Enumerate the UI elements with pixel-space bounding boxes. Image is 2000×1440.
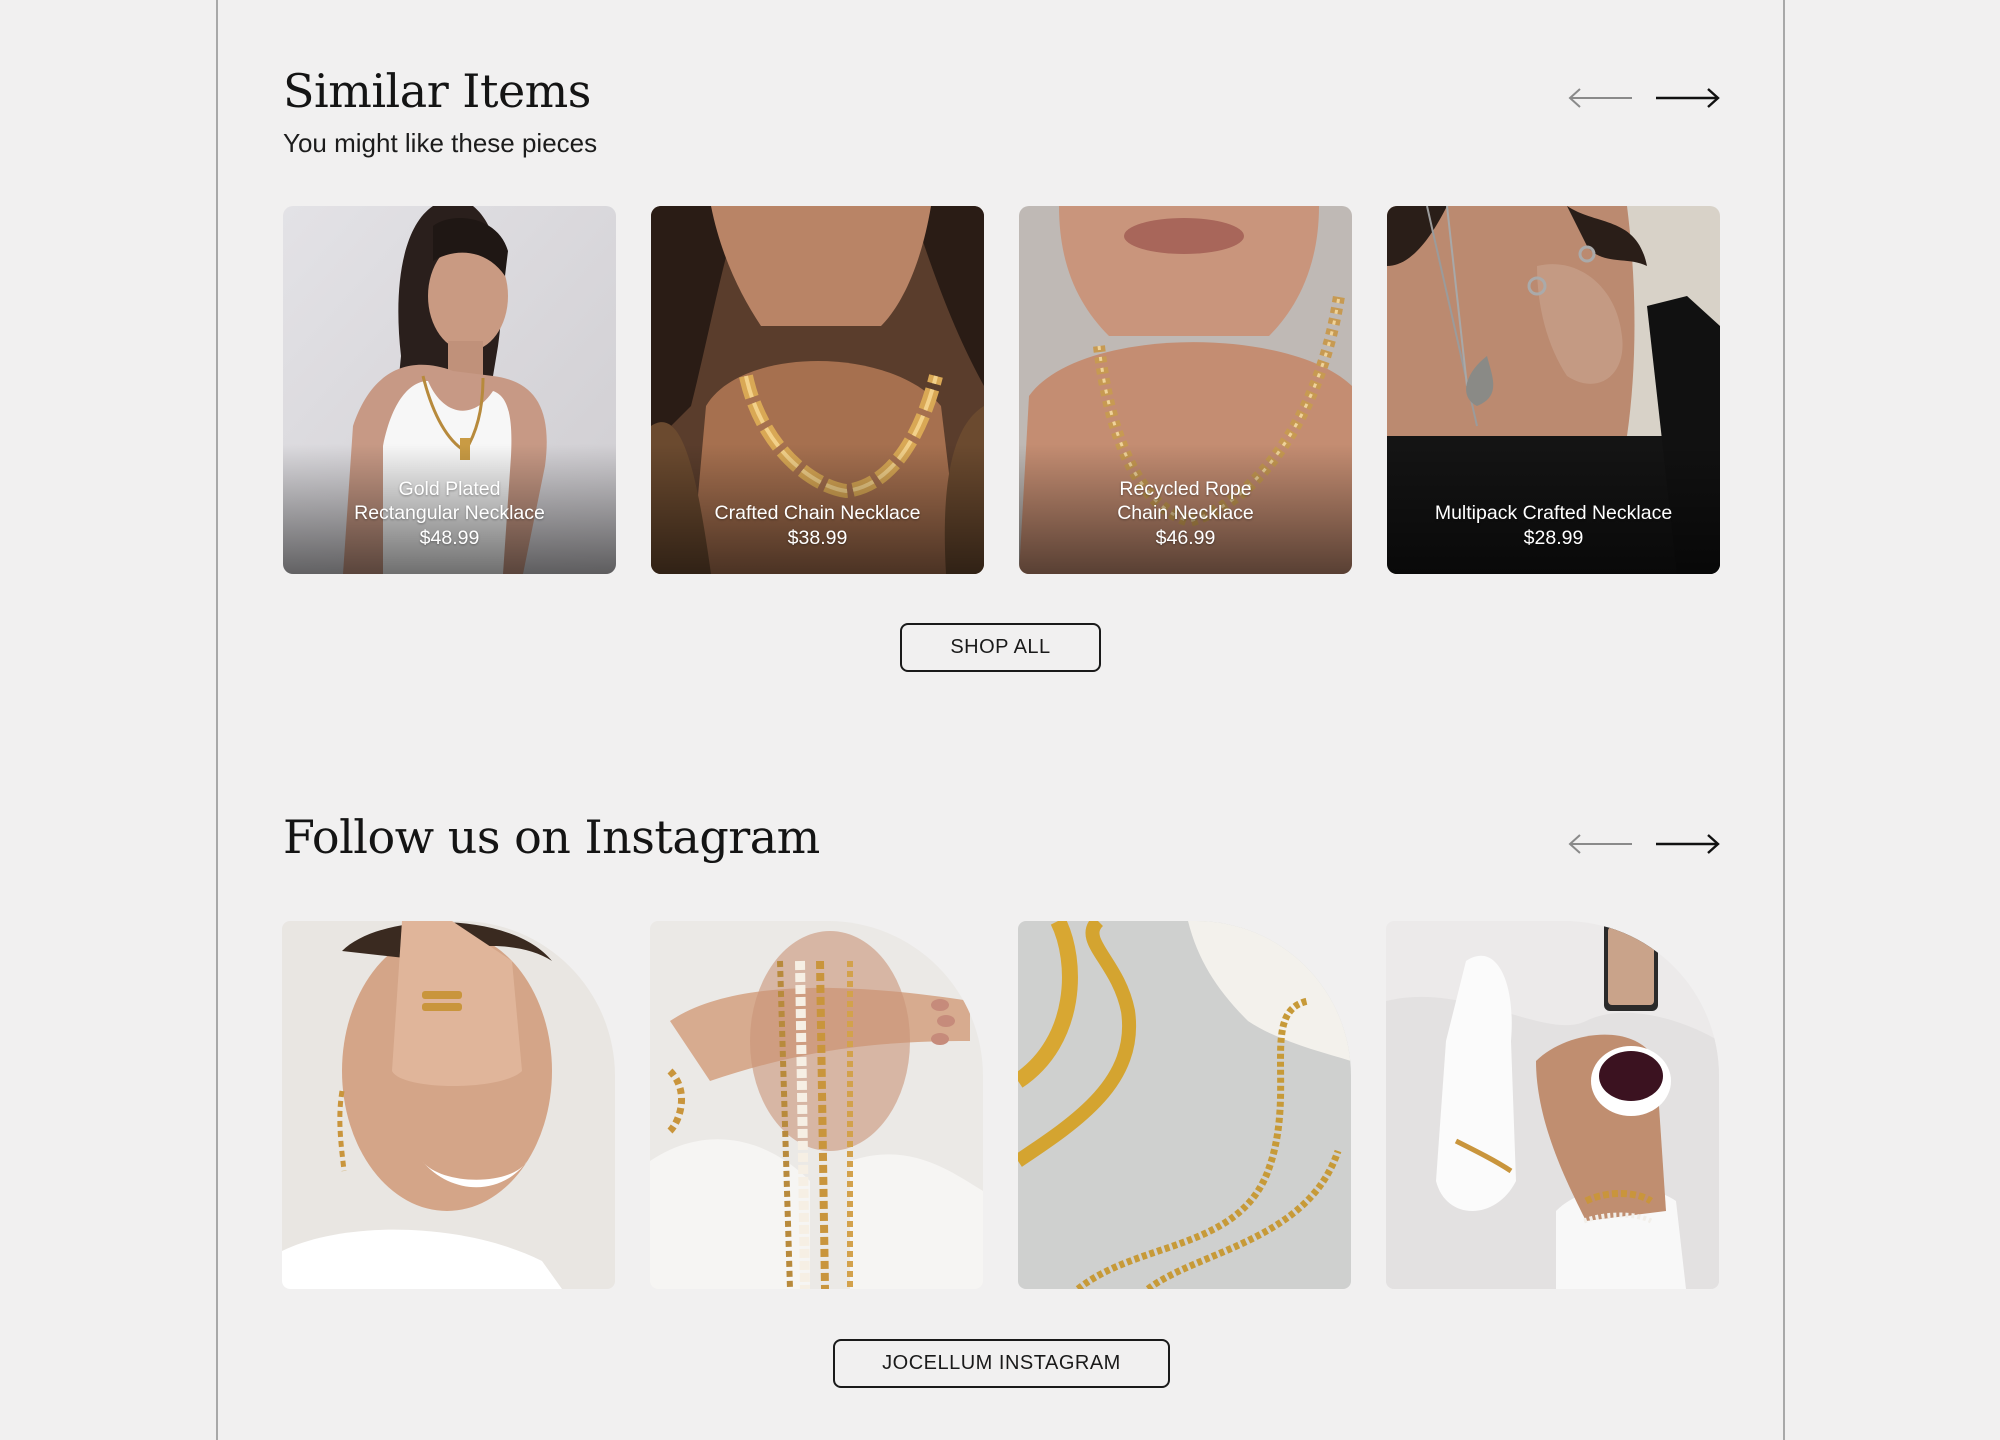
product-caption: Recycled Rope Chain Necklace $46.99 xyxy=(1019,477,1352,551)
product-card[interactable]: Crafted Chain Necklace $38.99 xyxy=(651,206,984,574)
instagram-image xyxy=(1386,921,1719,1289)
instagram-next-button[interactable] xyxy=(1654,831,1720,857)
shop-all-button[interactable]: SHOP ALL xyxy=(900,623,1101,672)
product-card[interactable]: Recycled Rope Chain Necklace $46.99 xyxy=(1019,206,1352,574)
product-price: $28.99 xyxy=(1523,526,1584,549)
arrow-left-icon xyxy=(1568,88,1632,108)
instagram-button[interactable]: JOCELLUM INSTAGRAM xyxy=(833,1339,1170,1388)
instagram-title: Follow us on Instagram xyxy=(283,810,820,864)
arrow-left-icon xyxy=(1568,834,1632,854)
product-price: $38.99 xyxy=(787,526,848,549)
product-card[interactable]: Gold Plated Rectangular Necklace $48.99 xyxy=(283,206,616,574)
instagram-post[interactable] xyxy=(1386,921,1719,1289)
instagram-image xyxy=(282,921,615,1289)
similar-items-title: Similar Items xyxy=(283,64,591,118)
arrow-right-icon xyxy=(1656,88,1720,108)
instagram-image xyxy=(650,921,983,1289)
product-price: $46.99 xyxy=(1155,526,1216,549)
product-name: Multipack Crafted Necklace xyxy=(1434,502,1673,524)
arrow-right-icon xyxy=(1656,834,1720,854)
similar-items-subtitle: You might like these pieces xyxy=(283,128,598,158)
instagram-post[interactable] xyxy=(282,921,615,1289)
product-name: Crafted Chain Necklace xyxy=(714,502,921,524)
product-price: $48.99 xyxy=(419,526,480,549)
similar-next-button[interactable] xyxy=(1654,85,1720,111)
product-caption: Gold Plated Rectangular Necklace $48.99 xyxy=(283,477,616,551)
instagram-image xyxy=(1018,921,1351,1289)
similar-prev-button[interactable] xyxy=(1568,85,1634,111)
product-name: Recycled Rope Chain Necklace xyxy=(1117,477,1254,525)
product-caption: Crafted Chain Necklace $38.99 xyxy=(651,501,984,550)
instagram-post[interactable] xyxy=(650,921,983,1289)
product-card[interactable]: Multipack Crafted Necklace $28.99 xyxy=(1387,206,1720,574)
instagram-prev-button[interactable] xyxy=(1568,831,1634,857)
product-caption: Multipack Crafted Necklace $28.99 xyxy=(1387,501,1720,550)
product-name: Gold Plated Rectangular Necklace xyxy=(354,477,545,525)
instagram-post[interactable] xyxy=(1018,921,1351,1289)
